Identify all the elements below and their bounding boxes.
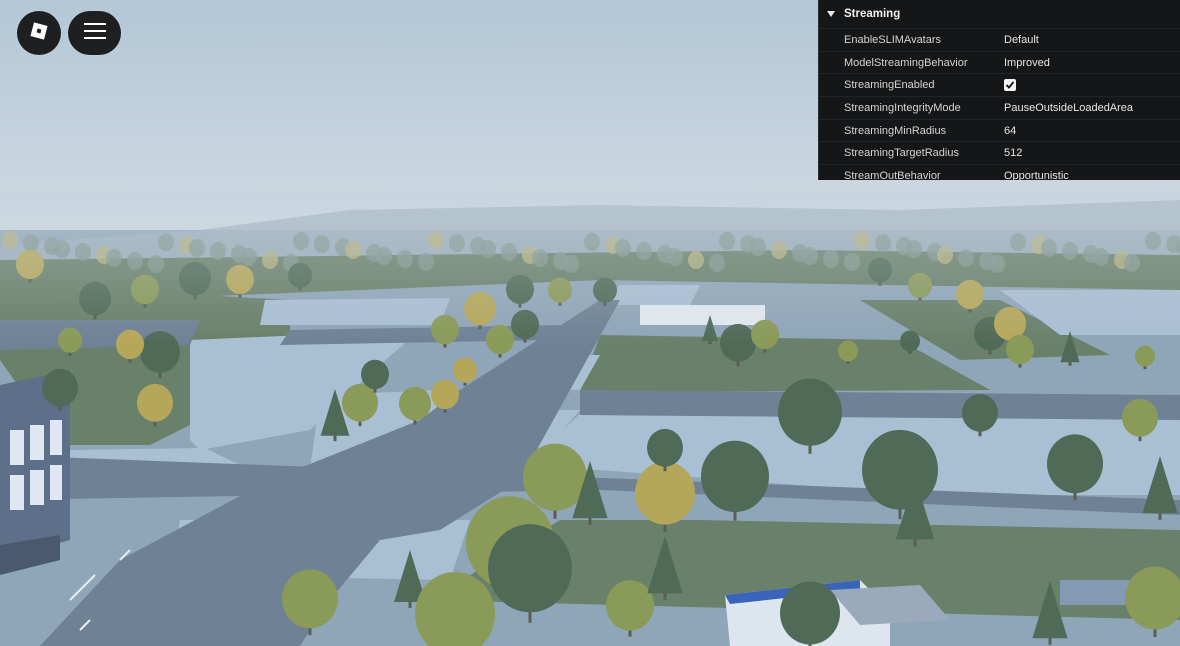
- property-name: StreamingMinRadius: [844, 124, 947, 137]
- property-checkbox[interactable]: [1004, 79, 1016, 92]
- menu-button[interactable]: [68, 11, 121, 55]
- property-row[interactable]: StreamingTargetRadius 512: [819, 141, 1180, 164]
- property-value[interactable]: PauseOutsideLoadedArea: [1004, 102, 1133, 114]
- property-row[interactable]: StreamingMinRadius 64: [819, 118, 1180, 142]
- property-value[interactable]: Default: [1004, 34, 1039, 46]
- property-name: StreamOutBehavior: [844, 169, 941, 182]
- property-row[interactable]: StreamingEnabled: [819, 73, 1180, 96]
- section-title: Streaming: [844, 8, 901, 20]
- roblox-logo-icon: [28, 20, 50, 47]
- property-value[interactable]: Improved: [1004, 57, 1050, 69]
- section-header-streaming[interactable]: Streaming: [819, 0, 1180, 28]
- property-row[interactable]: EnableSLIMAvatars Default: [819, 28, 1180, 51]
- property-row[interactable]: StreamOutBehavior Opportunistic: [819, 164, 1180, 187]
- checkmark-icon[interactable]: [1004, 79, 1016, 92]
- property-name: StreamingEnabled: [844, 79, 935, 92]
- caret-down-icon[interactable]: [825, 11, 837, 17]
- property-row[interactable]: ModelStreamingBehavior Improved: [819, 50, 1180, 74]
- hamburger-menu-icon: [83, 22, 106, 44]
- property-value[interactable]: 64: [1004, 125, 1016, 137]
- property-value[interactable]: 512: [1004, 147, 1022, 159]
- property-name: ModelStreamingBehavior: [844, 56, 968, 69]
- property-name: EnableSLIMAvatars: [844, 33, 942, 46]
- property-row[interactable]: StreamingIntegrityMode PauseOutsideLoaded…: [819, 96, 1180, 119]
- roblox-logo-button[interactable]: [17, 11, 61, 55]
- properties-panel: Streaming EnableSLIMAvatars Default ModelS…: [818, 0, 1180, 182]
- property-value[interactable]: Opportunistic: [1004, 170, 1069, 182]
- property-name: StreamingTargetRadius: [844, 147, 959, 160]
- property-name: StreamingIntegrityMode: [844, 101, 961, 114]
- fence: [1060, 580, 1130, 605]
